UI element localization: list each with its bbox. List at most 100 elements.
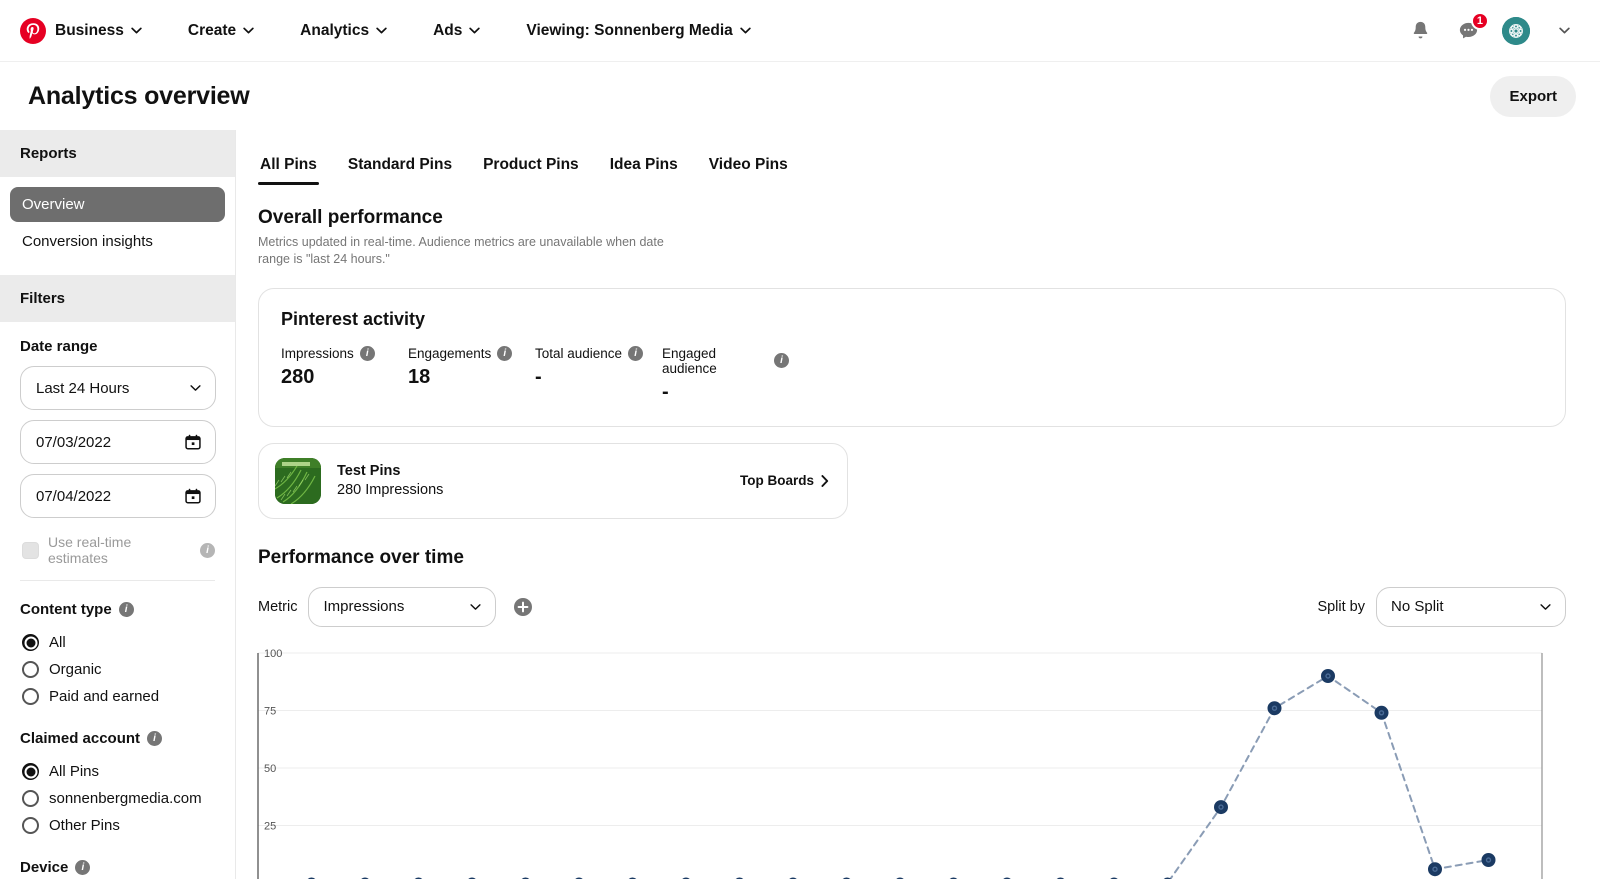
pin-type-tabs: All Pins Standard Pins Product Pins Idea… bbox=[258, 130, 1566, 185]
metric-engaged-audience: Engaged audience i - bbox=[662, 346, 789, 404]
data-point[interactable] bbox=[1215, 800, 1228, 813]
claimed-account-label: Claimed account bbox=[20, 730, 140, 747]
tab-idea-pins[interactable]: Idea Pins bbox=[608, 152, 680, 185]
nav-label-viewing: Viewing: Sonnenberg Media bbox=[526, 22, 732, 40]
chevron-down-icon bbox=[376, 27, 387, 34]
top-nav-items: Business Create Analytics Ads Viewing: S… bbox=[55, 16, 761, 46]
info-icon[interactable]: i bbox=[119, 602, 134, 617]
y-axis-tick-label: 25 bbox=[264, 820, 276, 832]
content-type-filter: Content type i All Organic Paid and earn… bbox=[0, 585, 235, 714]
metric-impressions: Impressions i 280 bbox=[281, 346, 408, 404]
metric-total-audience: Total audience i - bbox=[535, 346, 662, 404]
tab-all-pins[interactable]: All Pins bbox=[258, 152, 319, 185]
radio-button[interactable] bbox=[22, 661, 39, 678]
metric-total-audience-head: Total audience i bbox=[535, 346, 662, 361]
avatar[interactable] bbox=[1502, 17, 1530, 45]
analytics-overview-page: Business Create Analytics Ads Viewing: S… bbox=[0, 0, 1600, 879]
content-type-option-paid-and-earned[interactable]: Paid and earned bbox=[20, 683, 215, 710]
end-date-input[interactable]: 07/04/2022 bbox=[20, 474, 216, 518]
nav-item-analytics[interactable]: Analytics bbox=[290, 16, 397, 46]
radio-button[interactable] bbox=[22, 817, 39, 834]
fern-thumbnail bbox=[275, 458, 321, 504]
performance-chart: 255075100-20h-16h-12h-8h-4hNow bbox=[236, 641, 1600, 879]
pinterest-activity-title: Pinterest activity bbox=[281, 309, 1543, 330]
radio-button[interactable] bbox=[22, 688, 39, 705]
start-date-input[interactable]: 07/03/2022 bbox=[20, 420, 216, 464]
data-point[interactable] bbox=[1322, 669, 1335, 682]
radio-button[interactable] bbox=[22, 634, 39, 651]
claimed-account-option-other-pins[interactable]: Other Pins bbox=[20, 812, 215, 839]
top-pin-card[interactable]: Test Pins 280 Impressions Top Boards bbox=[258, 443, 848, 519]
messages-badge: 1 bbox=[1471, 12, 1489, 30]
nav-label-business: Business bbox=[55, 22, 124, 40]
metric-select-value: Impressions bbox=[323, 598, 404, 615]
sidebar-divider bbox=[20, 580, 215, 581]
info-icon[interactable]: i bbox=[628, 346, 643, 361]
data-point[interactable] bbox=[1268, 701, 1281, 714]
performance-chart-svg[interactable]: 255075100-20h-16h-12h-8h-4hNow bbox=[236, 641, 1580, 879]
data-point[interactable] bbox=[1375, 706, 1388, 719]
info-icon[interactable]: i bbox=[75, 860, 90, 875]
claimed-account-option-domain[interactable]: sonnenbergmedia.com bbox=[20, 785, 215, 812]
chevron-down-icon bbox=[131, 27, 142, 34]
radio-label: Other Pins bbox=[49, 817, 120, 834]
metric-control-label: Metric bbox=[258, 599, 297, 615]
metric-select[interactable]: Impressions bbox=[308, 587, 496, 627]
data-point[interactable] bbox=[1482, 853, 1495, 866]
device-label: Device bbox=[20, 859, 68, 876]
realtime-estimates-checkbox[interactable] bbox=[22, 542, 39, 559]
nav-item-create[interactable]: Create bbox=[178, 16, 264, 46]
performance-over-time-title: Performance over time bbox=[258, 547, 1566, 569]
info-icon[interactable]: i bbox=[360, 346, 375, 361]
chevron-down-icon bbox=[243, 27, 254, 34]
sidebar-item-overview[interactable]: Overview bbox=[10, 187, 225, 222]
page-header: Analytics overview Export bbox=[0, 62, 1600, 130]
nav-label-create: Create bbox=[188, 22, 236, 40]
sidebar-filters-heading: Filters bbox=[0, 275, 235, 322]
split-by-select[interactable]: No Split bbox=[1376, 587, 1566, 627]
nav-item-ads[interactable]: Ads bbox=[423, 16, 490, 46]
info-icon[interactable]: i bbox=[497, 346, 512, 361]
export-button[interactable]: Export bbox=[1490, 76, 1576, 117]
messages-icon[interactable]: 1 bbox=[1454, 17, 1482, 45]
date-range-label: Date range bbox=[20, 338, 215, 355]
account-menu-chevron-down-icon[interactable] bbox=[1550, 17, 1578, 45]
realtime-estimates-label-wrap: Use real-time estimates i bbox=[48, 534, 215, 566]
sidebar-item-conversion-insights[interactable]: Conversion insights bbox=[10, 224, 225, 259]
radio-button[interactable] bbox=[22, 763, 39, 780]
top-boards-link[interactable]: Top Boards bbox=[740, 473, 829, 488]
info-icon[interactable]: i bbox=[200, 543, 215, 558]
chevron-down-icon bbox=[470, 603, 481, 610]
plus-circle-icon[interactable] bbox=[513, 597, 533, 617]
info-icon[interactable]: i bbox=[774, 353, 789, 368]
bell-icon[interactable] bbox=[1406, 17, 1434, 45]
radio-button[interactable] bbox=[22, 790, 39, 807]
tab-product-pins[interactable]: Product Pins bbox=[481, 152, 581, 185]
content-type-option-all[interactable]: All bbox=[20, 629, 215, 656]
metric-engaged-audience-label: Engaged audience bbox=[662, 346, 768, 376]
date-range-preset-select[interactable]: Last 24 Hours bbox=[20, 366, 216, 410]
data-line bbox=[312, 676, 1489, 879]
activity-metrics: Impressions i 280 Engagements i 18 bbox=[281, 346, 1543, 404]
tab-standard-pins[interactable]: Standard Pins bbox=[346, 152, 454, 185]
content-type-option-organic[interactable]: Organic bbox=[20, 656, 215, 683]
top-boards-label: Top Boards bbox=[740, 473, 814, 488]
realtime-estimates-row[interactable]: Use real-time estimates i bbox=[20, 528, 215, 566]
data-point[interactable] bbox=[1429, 862, 1442, 875]
nav-item-business[interactable]: Business bbox=[55, 16, 152, 46]
start-date-wrap: 07/03/2022 bbox=[20, 420, 215, 464]
pinterest-logo-icon[interactable] bbox=[20, 18, 46, 44]
metric-engagements-head: Engagements i bbox=[408, 346, 535, 361]
top-pin-impressions: 280 Impressions bbox=[337, 482, 443, 498]
claimed-account-filter: Claimed account i All Pins sonnenbergmed… bbox=[0, 714, 235, 843]
claimed-account-option-all-pins[interactable]: All Pins bbox=[20, 758, 215, 785]
split-by-value: No Split bbox=[1391, 598, 1444, 615]
top-navigation-bar: Business Create Analytics Ads Viewing: S… bbox=[0, 0, 1600, 62]
radio-label: Organic bbox=[49, 661, 102, 678]
info-icon[interactable]: i bbox=[147, 731, 162, 746]
tab-video-pins[interactable]: Video Pins bbox=[707, 152, 790, 185]
nav-item-viewing-account[interactable]: Viewing: Sonnenberg Media bbox=[516, 16, 760, 46]
chevron-right-icon bbox=[821, 475, 829, 487]
pinterest-activity-card: Pinterest activity Impressions i 280 Eng… bbox=[258, 288, 1566, 427]
radio-label: sonnenbergmedia.com bbox=[49, 790, 202, 807]
